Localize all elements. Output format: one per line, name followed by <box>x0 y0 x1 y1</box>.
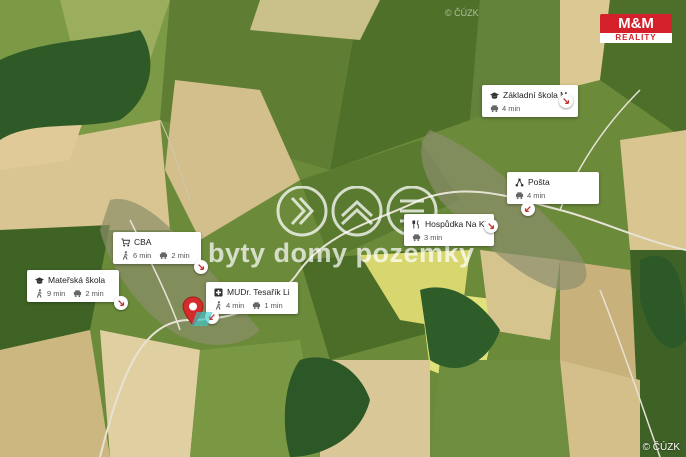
poi-pin-hospudka[interactable] <box>484 219 498 233</box>
poi-car-time: 4 min <box>502 104 521 113</box>
restaurant-icon <box>412 219 419 229</box>
car-icon <box>253 302 261 310</box>
mm-reality-logo: M&M REALITY <box>600 14 672 46</box>
poi-card-mudr-tesarik[interactable]: MUDr. Tesařík Lib... 4 min 1 min <box>206 282 298 314</box>
poi-pin-posta[interactable] <box>521 202 535 216</box>
poi-car-time: 3 min <box>424 233 443 242</box>
poi-card-materska-skola[interactable]: Mateřská škola 9 min 2 min <box>27 270 119 302</box>
arrow-icon <box>488 223 495 230</box>
post-office-icon <box>515 178 524 186</box>
logo-sub: REALITY <box>600 33 672 43</box>
map-copyright-watermark: © ČÚZK <box>445 8 479 18</box>
poi-car-time: 2 min <box>85 289 104 298</box>
car-icon <box>412 234 421 242</box>
arrow-icon <box>563 98 570 105</box>
poi-car-time: 4 min <box>527 191 546 200</box>
school-icon <box>35 276 44 284</box>
poi-card-hospudka[interactable]: Hospůdka Na Kříž... 3 min <box>404 214 494 246</box>
walk-icon <box>215 301 221 310</box>
poi-card-posta[interactable]: Pošta 4 min <box>507 172 599 204</box>
poi-card-cba[interactable]: CBA 6 min 2 min <box>113 232 201 264</box>
doctor-icon <box>214 287 223 297</box>
arrow-icon <box>118 300 125 307</box>
car-icon <box>74 290 82 298</box>
arrow-icon <box>524 206 531 213</box>
shop-icon <box>121 237 130 247</box>
poi-title: Mateřská škola <box>48 275 106 285</box>
school-icon <box>490 91 499 99</box>
car-icon <box>490 105 499 113</box>
map-copyright: © ČÚZK <box>642 442 680 453</box>
poi-walk-time: 4 min <box>226 301 245 310</box>
poi-walk-time: 9 min <box>47 289 66 298</box>
poi-title: Hospůdka Na Kříž... <box>425 219 486 229</box>
poi-pin-cba[interactable] <box>194 260 208 274</box>
poi-title: CBA <box>134 237 152 247</box>
poi-pin-materska-skola[interactable] <box>114 296 128 310</box>
walk-icon <box>36 289 42 298</box>
arrow-icon <box>198 264 205 271</box>
poi-title: MUDr. Tesařík Lib... <box>227 287 290 297</box>
car-icon <box>515 192 524 200</box>
poi-walk-time: 6 min <box>133 251 152 260</box>
poi-title: Pošta <box>528 177 550 187</box>
logo-brand: M&M <box>600 14 672 33</box>
poi-car-time: 1 min <box>264 301 283 310</box>
walk-icon <box>122 251 128 260</box>
car-icon <box>160 252 168 260</box>
poi-car-time: 2 min <box>171 251 190 260</box>
poi-pin-zakladni-skola[interactable] <box>559 94 573 108</box>
